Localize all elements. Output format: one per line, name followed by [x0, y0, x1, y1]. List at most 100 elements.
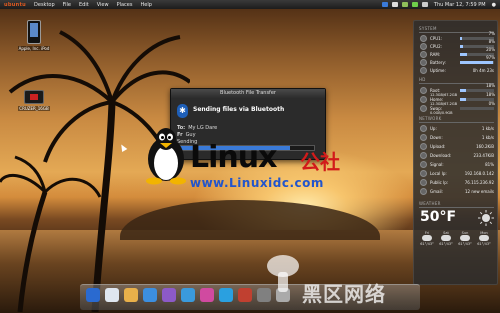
system-usage-bar	[460, 61, 494, 64]
system-label: RAM:	[430, 52, 441, 57]
network-value: 160.2KiB	[476, 144, 494, 149]
cloud-icon	[422, 235, 432, 241]
battery-icon[interactable]	[411, 2, 418, 7]
network-label: Public Ip:	[430, 180, 449, 185]
forecast-day-label: Sun	[461, 231, 469, 235]
menu-file[interactable]: File	[63, 2, 71, 8]
usb-drive-icon	[24, 90, 44, 104]
desktop-icon-usb[interactable]: CRUZER_16GB	[14, 90, 54, 111]
network-value: 81%	[485, 162, 494, 167]
chat-icon[interactable]	[200, 288, 214, 302]
system-row: Uptime: 0h 4m 23s	[430, 68, 494, 74]
system-bullet-icon	[420, 67, 427, 74]
user-icon[interactable]: ●	[492, 2, 496, 8]
ubuntu-logo[interactable]: ubuntu	[4, 2, 26, 8]
network-section-title: NETWORK	[419, 116, 442, 121]
system-row: RAM: 20%	[430, 47, 495, 58]
system-usage-fill	[460, 37, 463, 40]
hd-row: Root: 18% 12.3GB/67.2GB	[430, 83, 495, 97]
forecast-temp: 61°/43°	[458, 242, 472, 246]
system-usage-fill	[460, 45, 463, 48]
system-usage-fill	[460, 53, 467, 56]
system-monitor-sidebar: SYSTEM CPU1: 7% CPU2: 8% RAM: 20% Battery: 97% U…	[413, 20, 498, 285]
system-bullet-icon	[420, 59, 427, 66]
mail-icon[interactable]	[391, 2, 398, 7]
desktop-icon-ipod[interactable]: Apple, Inc. iPod	[14, 20, 54, 51]
watermark-bottom-cn: 黑区网络	[302, 282, 386, 306]
start-icon[interactable]	[86, 288, 100, 302]
bluetooth-icon[interactable]	[381, 2, 388, 7]
network-bullet-icon	[420, 143, 427, 150]
home-icon[interactable]	[105, 288, 119, 302]
network-label: Gmail:	[430, 189, 444, 194]
network-row: Up: 1 kb/s	[430, 126, 494, 132]
volume-icon[interactable]	[421, 2, 428, 7]
forecast-day-label: Fri	[424, 231, 430, 235]
hd-bullet-icon	[420, 96, 427, 103]
music-icon[interactable]	[238, 288, 252, 302]
menu-view[interactable]: View	[97, 2, 109, 8]
system-value: 20%	[486, 47, 495, 52]
hd-row: Swap: 0% 0.0GB/0.9GB	[430, 101, 495, 115]
hd-bullet-icon	[420, 105, 427, 112]
menu-desktop[interactable]: Desktop	[34, 2, 55, 8]
window-titlebar[interactable]: Bluetooth File Transfer	[171, 89, 325, 98]
system-row: Battery: 97%	[430, 55, 495, 66]
forecast-day: Fri 61°/43°	[418, 231, 436, 246]
network-bullet-icon	[420, 170, 427, 177]
network-icon[interactable]	[401, 2, 408, 7]
hd-value: 18%	[486, 83, 495, 88]
watermark-cn: 公社	[300, 150, 340, 174]
system-section-title: SYSTEM	[419, 26, 437, 31]
mushroom-logo	[267, 255, 299, 292]
watermark-url: www.Linuxidc.com	[190, 176, 324, 190]
system-value: 7%	[488, 31, 495, 36]
system-bullet-icon	[420, 43, 427, 50]
menu-help[interactable]: Help	[140, 2, 151, 8]
network-label: Download:	[430, 153, 452, 158]
network-bullet-icon	[420, 188, 427, 195]
tux-penguin-logo	[146, 128, 186, 185]
folder-icon[interactable]	[124, 288, 138, 302]
forecast-day-label: Sat	[443, 231, 449, 235]
divider	[419, 207, 494, 208]
system-value: 97%	[486, 55, 495, 60]
forecast-day: Sun 61°/43°	[456, 231, 474, 246]
firefox-icon[interactable]	[143, 288, 157, 302]
menu-edit[interactable]: Edit	[79, 2, 89, 8]
hd-capacity: 0.0GB/0.9GB	[430, 111, 453, 115]
hd-usage-bar	[460, 107, 494, 110]
download-icon[interactable]	[181, 288, 195, 302]
forecast-temp: 61°/43°	[439, 242, 453, 246]
hd-usage-fill	[460, 89, 467, 92]
system-tray: Thu Mar 12, 7:59 PM ●	[378, 0, 496, 9]
system-bullet-icon	[420, 51, 427, 58]
system-label: CPU1:	[430, 36, 443, 41]
network-value: 1 kb/s	[481, 126, 494, 131]
clock[interactable]: Thu Mar 12, 7:59 PM	[434, 2, 486, 8]
current-temperature: 50°F	[420, 209, 457, 225]
forecast-day: Sat 61°/43°	[437, 231, 455, 246]
system-row: CPU1: 7%	[430, 31, 495, 42]
network-row: Down: 1 kb/s	[430, 135, 494, 141]
system-label: CPU2:	[430, 44, 443, 49]
system-bullet-icon	[420, 35, 427, 42]
weather-section-title: WEATHER	[419, 201, 441, 206]
system-label: Uptime:	[430, 68, 446, 73]
cloud-icon	[441, 235, 451, 241]
pidgin-icon[interactable]	[162, 288, 176, 302]
transfer-heading: Sending files via Bluetooth	[193, 106, 285, 113]
bluetooth-icon: ✱	[177, 104, 188, 118]
forecast-temp: 61°/43°	[420, 242, 434, 246]
desktop-icon-label: Apple, Inc. iPod	[17, 46, 51, 51]
window-title: Bluetooth File Transfer	[220, 90, 276, 96]
ipod-icon	[27, 20, 41, 44]
menu-places[interactable]: Places	[117, 2, 133, 8]
watermark-linux: Linux	[190, 140, 277, 175]
hd-value: 18%	[486, 92, 495, 97]
skype-icon[interactable]	[219, 288, 233, 302]
sun-icon	[478, 210, 494, 226]
network-row: Local Ip: 192.168.0.142	[430, 171, 494, 177]
network-bullet-icon	[420, 161, 427, 168]
network-label: Signal:	[430, 162, 444, 167]
